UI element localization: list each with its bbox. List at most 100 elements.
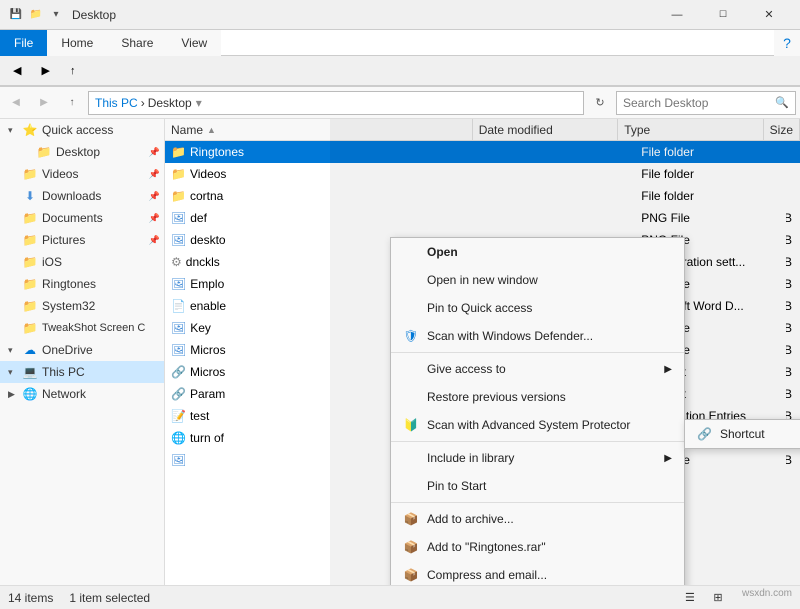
- nav-up-button[interactable]: ↑: [60, 91, 84, 115]
- sidebar-item-ringtones[interactable]: 📁 Ringtones: [0, 273, 164, 295]
- open-icon: [403, 244, 419, 260]
- pin-icon: 📌: [149, 213, 160, 224]
- maximize-button[interactable]: ☐: [700, 0, 746, 30]
- submenu-item-shortcut[interactable]: 🔗 Shortcut: [685, 420, 800, 448]
- tab-file[interactable]: File: [0, 30, 47, 56]
- sidebar-item-ios[interactable]: 📁 iOS: [0, 251, 164, 273]
- ribbon-back[interactable]: ◀: [4, 61, 30, 80]
- ctx-scan-defender[interactable]: 🛡 Scan with Windows Defender...: [391, 322, 684, 350]
- ctx-open-new-window[interactable]: Open in new window: [391, 266, 684, 294]
- ctx-open[interactable]: Open: [391, 238, 684, 266]
- ctx-add-archive[interactable]: 📦 Add to archive...: [391, 505, 684, 533]
- sort-arrow: ▲: [207, 125, 216, 135]
- ctx-sep-1: [391, 352, 684, 353]
- status-bar: 14 items 1 item selected ☰ ⊞ wsxdn.com: [0, 585, 800, 609]
- share-icon: [403, 361, 419, 377]
- start-icon: [403, 478, 419, 494]
- pin-icon: 📌: [149, 191, 160, 202]
- quick-access-toolbar-icon: 💾: [8, 7, 24, 23]
- sidebar-label-downloads: Downloads: [42, 189, 101, 203]
- sidebar-item-quick-access[interactable]: ▾ ⭐ Quick access: [0, 119, 164, 141]
- file-icon: 🔗: [171, 365, 186, 379]
- file-icon: 🔗: [171, 387, 186, 401]
- sidebar-item-downloads[interactable]: ⬇ Downloads 📌: [0, 185, 164, 207]
- refresh-button[interactable]: ↻: [588, 91, 612, 115]
- compress-icon: 📦: [403, 567, 419, 583]
- file-icon: 📄: [171, 299, 186, 313]
- ctx-pin-start[interactable]: Pin to Start: [391, 472, 684, 500]
- tab-view[interactable]: View: [167, 30, 221, 56]
- sidebar-item-tweakshot[interactable]: 📁 TweakShot Screen C: [0, 317, 164, 339]
- library-icon: [403, 450, 419, 466]
- breadcrumb-desktop[interactable]: Desktop: [148, 96, 192, 110]
- view-tiles-button[interactable]: ⊞: [706, 588, 730, 608]
- breadcrumb-caret[interactable]: ▾: [196, 96, 202, 110]
- sidebar-item-network[interactable]: ▶ 🌐 Network: [0, 383, 164, 405]
- folder-icon: 📁: [171, 167, 186, 181]
- submenu-shortcut: 🔗 Shortcut: [684, 419, 800, 449]
- close-button[interactable]: ✕: [746, 0, 792, 30]
- title-bar: 💾 📁 ▾ Desktop — ☐ ✕: [0, 0, 800, 30]
- expand-icon: ▾: [8, 125, 18, 136]
- help-button[interactable]: ?: [774, 30, 800, 56]
- ribbon-forward[interactable]: ▶: [32, 61, 58, 80]
- archive-icon: 📦: [403, 511, 419, 527]
- breadcrumb-thispc[interactable]: This PC: [95, 96, 138, 110]
- folder-icon: 📁: [22, 276, 38, 292]
- sidebar-label-onedrive: OneDrive: [42, 343, 93, 357]
- sidebar-label-videos: Videos: [42, 167, 78, 181]
- breadcrumb-sep: ›: [141, 96, 145, 110]
- folder-icon: 📁: [171, 189, 186, 203]
- ctx-include-library[interactable]: Include in library ▶: [391, 444, 684, 472]
- address-path[interactable]: This PC › Desktop ▾: [88, 91, 584, 115]
- sidebar-label-tweakshot: TweakShot Screen C: [42, 322, 145, 334]
- file-icon: 🖼: [171, 343, 186, 357]
- ctx-pin-quick-access[interactable]: Pin to Quick access: [391, 294, 684, 322]
- sidebar-label-thispc: This PC: [42, 365, 85, 379]
- search-box: 🔍: [616, 91, 796, 115]
- ctx-compress-email[interactable]: 📦 Compress and email...: [391, 561, 684, 585]
- pin-icon: 📌: [149, 169, 160, 180]
- expand-icon: ▾: [8, 345, 18, 356]
- title-bar-dropdown-icon[interactable]: ▾: [48, 7, 64, 23]
- sidebar-item-thispc[interactable]: ▾ 💻 This PC: [0, 361, 164, 383]
- expand-icon: ▶: [8, 389, 18, 400]
- sidebar-item-documents[interactable]: 📁 Documents 📌: [0, 207, 164, 229]
- archive-icon: 📦: [403, 539, 419, 555]
- file-icon: 🖼: [171, 233, 186, 247]
- folder-icon: 📁: [22, 254, 38, 270]
- ctx-sep-3: [391, 502, 684, 503]
- view-details-button[interactable]: ☰: [678, 588, 702, 608]
- minimize-button[interactable]: —: [654, 0, 700, 30]
- file-icon: 🖼: [171, 321, 186, 335]
- tab-home[interactable]: Home: [47, 30, 107, 56]
- sidebar-label-ringtones: Ringtones: [42, 277, 96, 291]
- file-icon: 🖼: [171, 211, 186, 225]
- file-icon: 🖼: [171, 277, 186, 291]
- ctx-add-ringtones-rar[interactable]: 📦 Add to "Ringtones.rar": [391, 533, 684, 561]
- sidebar-item-pictures[interactable]: 📁 Pictures 📌: [0, 229, 164, 251]
- folder-icon: 📁: [22, 232, 38, 248]
- nav-forward-button[interactable]: ▶: [32, 91, 56, 115]
- file-icon: 🖼: [171, 453, 186, 467]
- search-input[interactable]: [623, 96, 771, 110]
- pin-icon: 📌: [149, 147, 160, 158]
- ribbon-up[interactable]: ↑: [61, 62, 85, 80]
- quick-access-icon: ⭐: [22, 122, 38, 138]
- selected-count: 1 item selected: [69, 591, 150, 605]
- tab-share[interactable]: Share: [107, 30, 167, 56]
- ctx-restore-versions[interactable]: Restore previous versions: [391, 383, 684, 411]
- sidebar-item-system32[interactable]: 📁 System32: [0, 295, 164, 317]
- ctx-scan-asp[interactable]: 🔰 Scan with Advanced System Protector: [391, 411, 684, 439]
- sidebar-label-desktop: Desktop: [56, 145, 100, 159]
- network-icon: 🌐: [22, 386, 38, 402]
- nav-back-button[interactable]: ◀: [4, 91, 28, 115]
- sidebar-item-videos[interactable]: 📁 Videos 📌: [0, 163, 164, 185]
- ctx-give-access[interactable]: Give access to ▶: [391, 355, 684, 383]
- window-controls: — ☐ ✕: [654, 0, 792, 30]
- sidebar-item-onedrive[interactable]: ▾ ☁ OneDrive: [0, 339, 164, 361]
- sidebar-item-desktop[interactable]: 📁 Desktop 📌: [0, 141, 164, 163]
- pin-icon: 📌: [149, 235, 160, 246]
- title-bar-folder-icon: 📁: [28, 7, 44, 23]
- onedrive-icon: ☁: [22, 342, 38, 358]
